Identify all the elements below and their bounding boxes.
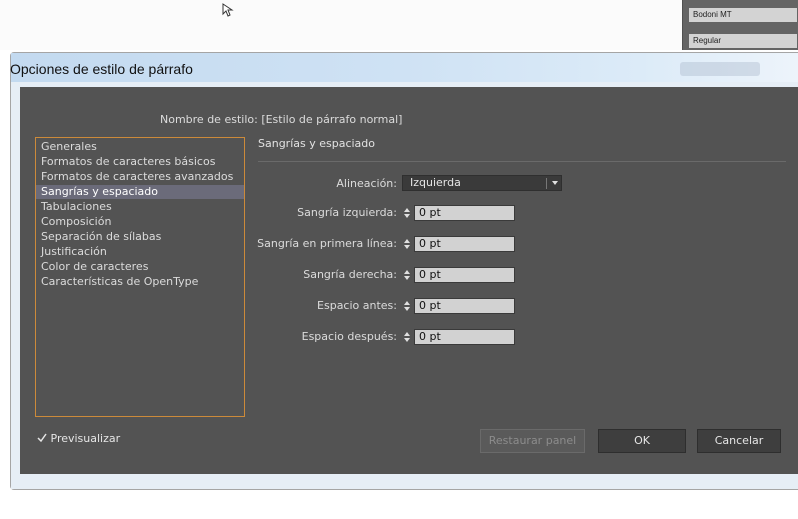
titlebar-controls[interactable] xyxy=(680,62,760,76)
stepper-icon[interactable] xyxy=(402,298,412,314)
left-indent-label: Sangría izquierda: xyxy=(297,206,397,219)
alignment-value: Izquierda xyxy=(410,176,461,189)
space-before-input[interactable]: 0 pt xyxy=(414,298,515,314)
section-divider xyxy=(258,161,786,162)
first-line-indent-label: Sangría en primera línea: xyxy=(257,237,397,250)
restore-panel-button[interactable]: Restaurar panel xyxy=(480,429,585,453)
alignment-select[interactable]: Izquierda xyxy=(402,175,562,191)
background-app-area xyxy=(0,0,798,50)
cursor-icon xyxy=(222,3,234,17)
stepper-icon[interactable] xyxy=(402,329,412,345)
window-title: Opciones de estilo de párrafo xyxy=(10,61,193,77)
ok-button[interactable]: OK xyxy=(598,429,686,453)
space-after-label: Espacio después: xyxy=(301,330,397,343)
left-indent-input[interactable]: 0 pt xyxy=(414,205,515,221)
font-family-field[interactable]: Bodoni MT xyxy=(689,8,797,22)
stepper-icon[interactable] xyxy=(402,205,412,221)
section-title: Sangrías y espaciado xyxy=(258,137,376,150)
category-item-generales[interactable]: Generales xyxy=(41,140,97,154)
category-list: Generales Formatos de caracteres básicos… xyxy=(35,137,245,417)
category-item-color[interactable]: Color de caracteres xyxy=(41,260,148,274)
category-item-justificacion[interactable]: Justificación xyxy=(41,245,107,259)
preview-label: Previsualizar xyxy=(50,432,121,445)
space-after-input[interactable]: 0 pt xyxy=(414,329,515,345)
style-name-label: Nombre de estilo: xyxy=(160,113,258,126)
category-item-composicion[interactable]: Composición xyxy=(41,215,111,229)
style-name-value: [Estilo de párrafo normal] xyxy=(261,113,403,126)
right-indent-label: Sangría derecha: xyxy=(303,268,397,281)
style-name-row: Nombre de estilo: [Estilo de párrafo nor… xyxy=(160,113,402,126)
window-frame-bottom xyxy=(11,474,798,489)
font-style-field[interactable]: Regular xyxy=(689,34,797,48)
category-item-separacion[interactable]: Separación de sílabas xyxy=(41,230,161,244)
category-item-tabulaciones[interactable]: Tabulaciones xyxy=(41,200,112,214)
select-separator xyxy=(546,178,547,189)
alignment-label: Alineación: xyxy=(336,177,397,190)
stepper-icon[interactable] xyxy=(402,267,412,283)
preview-checkbox[interactable]: Previsualizar xyxy=(37,432,120,445)
category-item-formatos-basicos[interactable]: Formatos de caracteres básicos xyxy=(41,155,215,169)
category-item-sangrias[interactable]: Sangrías y espaciado xyxy=(36,185,244,199)
chevron-down-icon[interactable] xyxy=(551,179,559,187)
first-line-indent-input[interactable]: 0 pt xyxy=(414,236,515,252)
checkmark-icon[interactable] xyxy=(37,433,47,443)
category-item-opentype[interactable]: Características de OpenType xyxy=(41,275,198,289)
right-indent-input[interactable]: 0 pt xyxy=(414,267,515,283)
category-item-formatos-avanzados[interactable]: Formatos de caracteres avanzados xyxy=(41,170,233,184)
space-before-label: Espacio antes: xyxy=(317,299,397,312)
stepper-icon[interactable] xyxy=(402,236,412,252)
font-panel: Bodoni MT Regular xyxy=(682,0,798,50)
cancel-button[interactable]: Cancelar xyxy=(697,429,781,453)
